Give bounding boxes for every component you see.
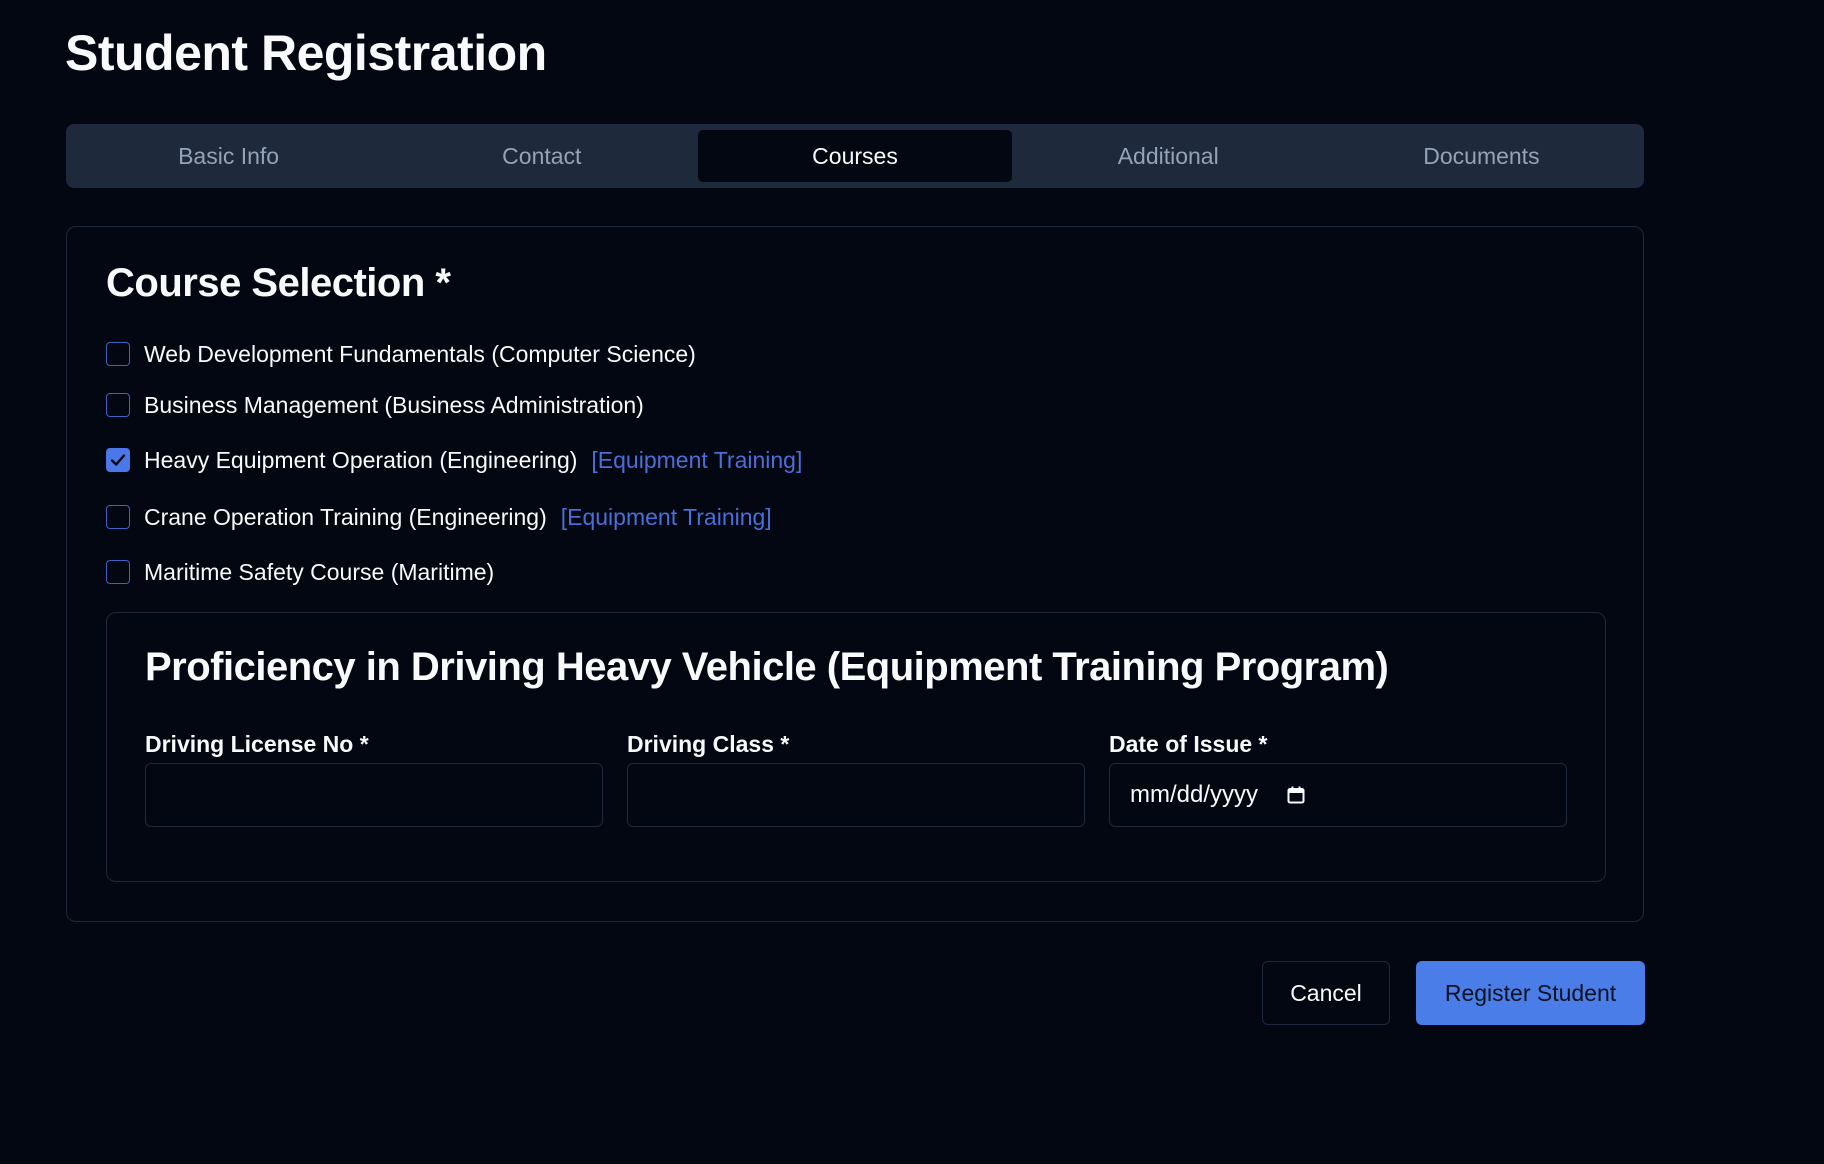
course-tag: [Equipment Training] bbox=[591, 446, 803, 473]
driving-license-field: Driving License No * bbox=[145, 731, 603, 827]
course-label: Business Management (Business Administra… bbox=[144, 391, 644, 418]
tab-basic-info[interactable]: Basic Info bbox=[72, 130, 385, 182]
course-selection-card: Course Selection * Web Development Funda… bbox=[66, 226, 1644, 922]
page-title: Student Registration bbox=[65, 25, 547, 81]
calendar-icon[interactable] bbox=[1286, 785, 1306, 805]
date-placeholder: mm/dd/yyyy bbox=[1130, 781, 1259, 808]
course-checkbox-checked[interactable] bbox=[106, 448, 130, 472]
tab-additional[interactable]: Additional bbox=[1012, 130, 1325, 182]
driving-class-label: Driving Class * bbox=[627, 731, 790, 757]
tab-courses[interactable]: Courses bbox=[698, 130, 1012, 182]
date-of-issue-label: Date of Issue * bbox=[1109, 731, 1268, 757]
course-item-business-management[interactable]: Business Management (Business Administra… bbox=[106, 390, 644, 420]
course-item-heavy-equipment[interactable]: Heavy Equipment Operation (Engineering) … bbox=[106, 445, 802, 475]
course-item-maritime-safety[interactable]: Maritime Safety Course (Maritime) bbox=[106, 557, 494, 587]
cancel-button[interactable]: Cancel bbox=[1262, 961, 1390, 1025]
driving-class-field: Driving Class * bbox=[627, 731, 1085, 827]
course-label: Maritime Safety Course (Maritime) bbox=[144, 558, 495, 585]
registration-page: Student Registration Basic Info Contact … bbox=[0, 0, 1824, 1164]
course-checkbox[interactable] bbox=[106, 342, 130, 366]
proficiency-card: Proficiency in Driving Heavy Vehicle (Eq… bbox=[106, 612, 1606, 882]
course-label: Crane Operation Training (Engineering) bbox=[144, 503, 547, 530]
register-student-button[interactable]: Register Student bbox=[1416, 961, 1645, 1025]
tab-bar: Basic Info Contact Courses Additional Do… bbox=[66, 124, 1644, 188]
tab-contact[interactable]: Contact bbox=[385, 130, 698, 182]
driving-license-input[interactable] bbox=[145, 763, 603, 827]
driving-license-label: Driving License No * bbox=[145, 731, 369, 757]
date-of-issue-input[interactable]: mm/dd/yyyy bbox=[1109, 763, 1567, 827]
course-checkbox[interactable] bbox=[106, 393, 130, 417]
course-selection-title: Course Selection * bbox=[106, 261, 451, 305]
course-item-crane-operation[interactable]: Crane Operation Training (Engineering) [… bbox=[106, 502, 772, 532]
course-label: Heavy Equipment Operation (Engineering) bbox=[144, 446, 578, 473]
driving-class-input[interactable] bbox=[627, 763, 1085, 827]
course-label: Web Development Fundamentals (Computer S… bbox=[144, 340, 696, 367]
check-icon bbox=[110, 454, 126, 466]
tab-documents[interactable]: Documents bbox=[1325, 130, 1638, 182]
course-checkbox[interactable] bbox=[106, 560, 130, 584]
proficiency-title: Proficiency in Driving Heavy Vehicle (Eq… bbox=[145, 645, 1389, 689]
date-of-issue-field: Date of Issue * mm/dd/yyyy bbox=[1109, 731, 1567, 827]
course-tag: [Equipment Training] bbox=[560, 503, 772, 530]
course-checkbox[interactable] bbox=[106, 505, 130, 529]
course-item-web-development[interactable]: Web Development Fundamentals (Computer S… bbox=[106, 339, 696, 369]
